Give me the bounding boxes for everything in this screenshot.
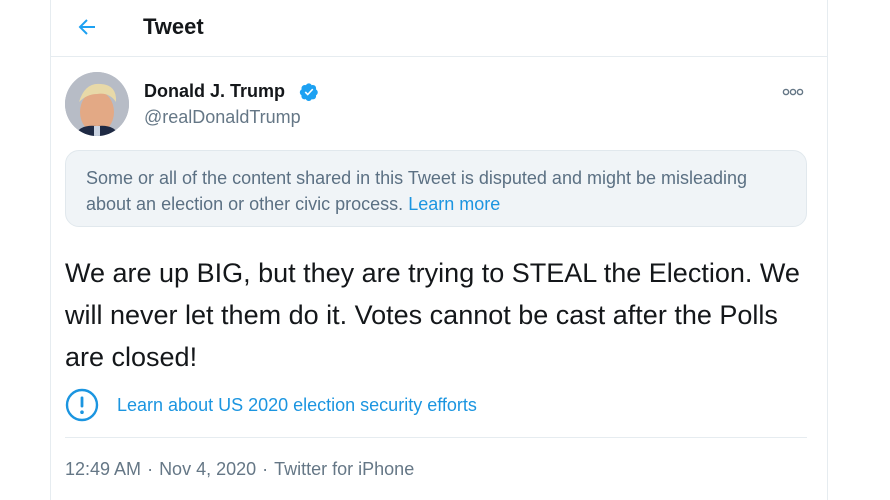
disputed-content-notice: Some or all of the content shared in thi… (65, 150, 807, 227)
tweet-date[interactable]: Nov 4, 2020 (159, 458, 256, 480)
author-name[interactable]: Donald J. Trump (144, 80, 285, 102)
meta-separator: · (262, 459, 269, 479)
election-security-link[interactable]: Learn about US 2020 election security ef… (117, 394, 477, 416)
avatar[interactable] (65, 72, 129, 136)
tweet-source[interactable]: Twitter for iPhone (274, 458, 414, 480)
divider (65, 437, 807, 438)
more-options-icon (782, 88, 804, 96)
election-security-row[interactable]: Learn about US 2020 election security ef… (65, 388, 477, 422)
info-exclamation-icon (65, 388, 99, 422)
back-button[interactable] (70, 10, 104, 44)
more-options-button[interactable] (781, 82, 805, 102)
learn-more-link[interactable]: Learn more (408, 194, 500, 214)
tweet-text: We are up BIG, but they are trying to ST… (65, 258, 800, 372)
meta-separator: · (147, 459, 154, 479)
verified-badge-icon (299, 83, 318, 101)
page-title: Tweet (143, 14, 204, 39)
page-header: Tweet (51, 0, 827, 57)
back-arrow-icon (78, 19, 95, 35)
tweet-column: Tweet Donald J. Trump @realDonaldTrump S… (50, 0, 828, 500)
tweet-time[interactable]: 12:49 AM (65, 458, 141, 480)
author-handle[interactable]: @realDonaldTrump (144, 106, 301, 128)
tweet-metadata: 12:49 AM · Nov 4, 2020 · Twitter for iPh… (65, 458, 414, 480)
